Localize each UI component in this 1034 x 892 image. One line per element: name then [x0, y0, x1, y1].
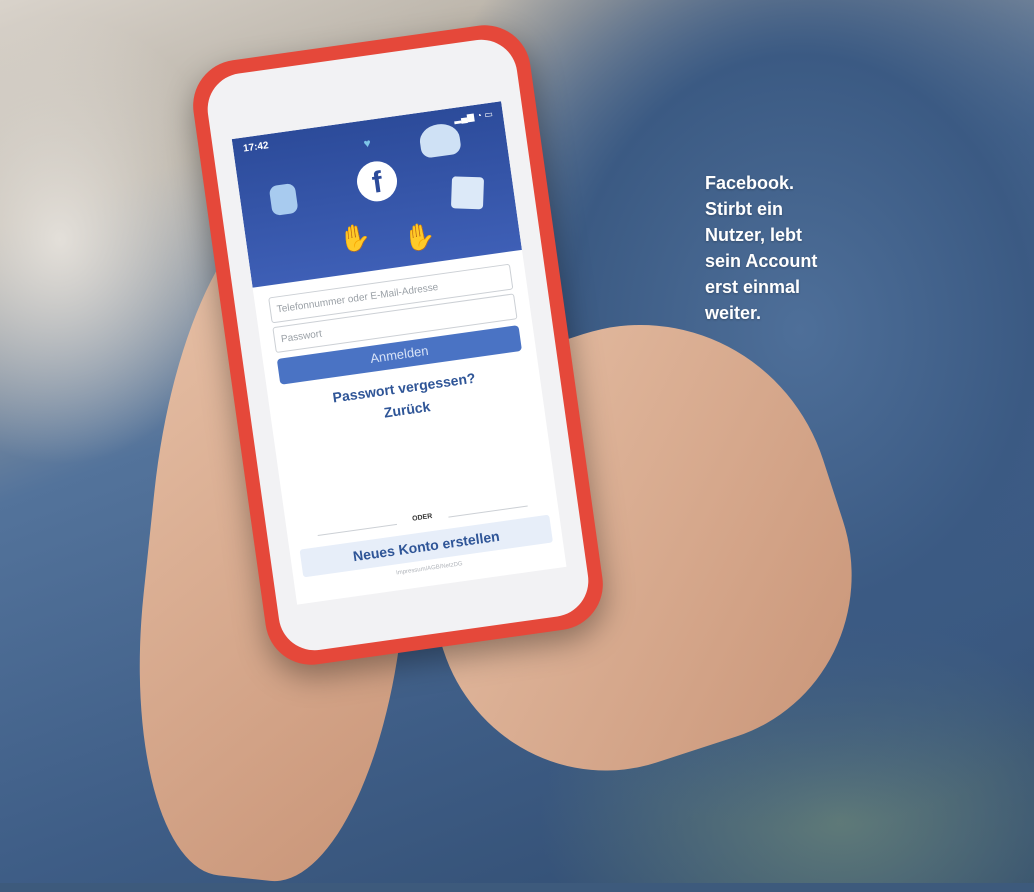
- caption-text: Facebook. Stirbt ein Nutzer, lebt sein A…: [705, 170, 875, 326]
- caption-line: Stirbt ein: [705, 199, 784, 219]
- status-icons: ▂▄▆ ◔ ▭: [453, 108, 494, 124]
- people-illustration: [417, 121, 462, 159]
- facebook-logo: f: [354, 158, 400, 204]
- caption-line: weiter.: [705, 303, 762, 323]
- status-time: 17:42: [242, 140, 270, 155]
- caption-line: sein Account: [705, 251, 818, 271]
- caption-line: erst einmal: [705, 277, 801, 297]
- caption-line: Nutzer, lebt: [705, 225, 803, 245]
- heart-icon: ♥: [362, 135, 372, 151]
- caption-line: Facebook.: [705, 173, 795, 193]
- thumbs-up-icon: [268, 182, 299, 217]
- photo-illustration: [450, 176, 485, 210]
- raised-hand-icon: ✋: [401, 219, 438, 255]
- raised-hand-icon: ✋: [336, 220, 373, 256]
